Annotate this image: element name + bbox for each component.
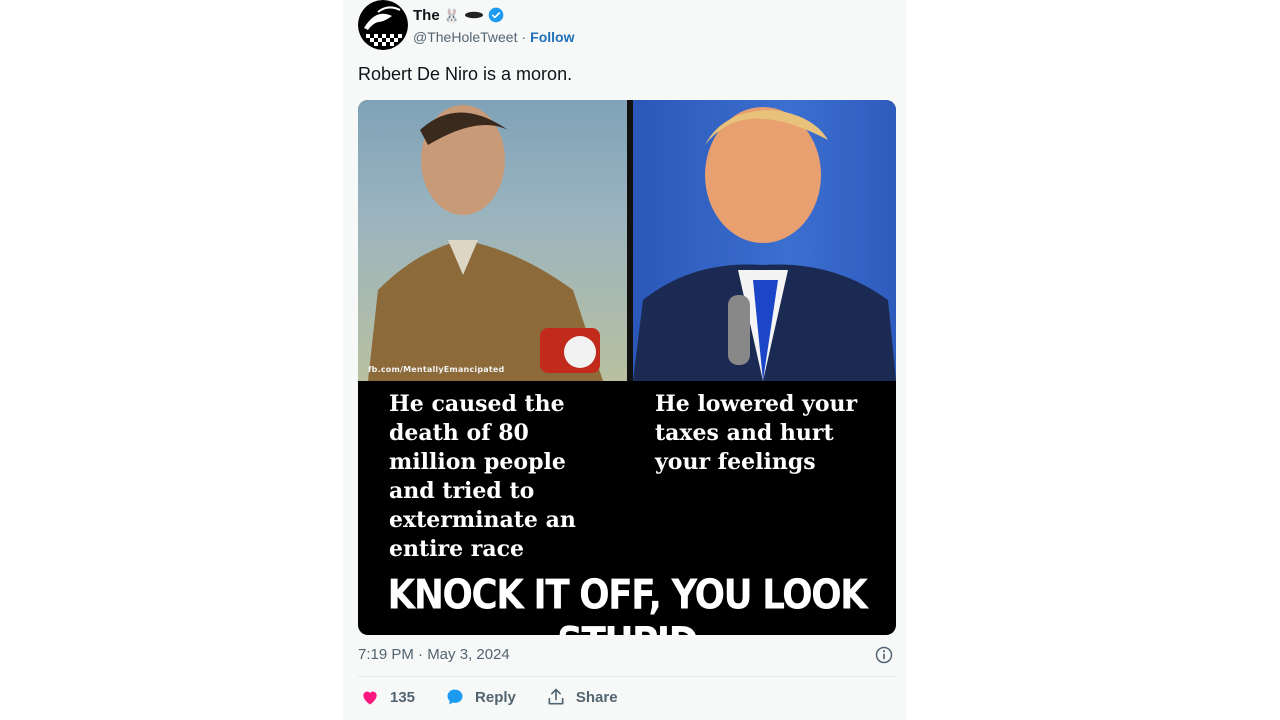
- right-caption: He lowered your taxes and hurt your feel…: [655, 391, 858, 475]
- like-button[interactable]: 135: [360, 687, 415, 707]
- right-photo-panel: [633, 100, 896, 381]
- tweet-timestamp[interactable]: 7:19 PM · May 3, 2024: [358, 646, 510, 663]
- heart-icon: [363, 691, 377, 705]
- verified-badge-icon: [488, 7, 504, 23]
- tweet-actions: 135 Reply Share: [360, 686, 648, 708]
- display-name-row[interactable]: The 🐰: [413, 5, 504, 25]
- reply-bubble-icon: [447, 689, 463, 705]
- user-handle[interactable]: @TheHoleTweet: [413, 29, 517, 45]
- image-banner-text: KNOCK IT OFF, YOU LOOK STUPID: [387, 571, 868, 635]
- share-label: Share: [575, 688, 618, 706]
- like-count: 135: [390, 688, 416, 706]
- handle-row: @TheHoleTweet · Follow: [413, 28, 574, 46]
- action-separator: [358, 676, 896, 677]
- left-caption: He caused the death of 80 million people…: [389, 391, 576, 562]
- rabbit-emoji-icon: 🐰: [443, 7, 460, 23]
- left-photo-panel: fb.com/MentallyEmancipated: [358, 100, 627, 381]
- share-icon: [548, 688, 564, 705]
- image-watermark: fb.com/MentallyEmancipated: [368, 365, 505, 374]
- tweet-media-image[interactable]: fb.com/MentallyEmancipated He caused the…: [358, 100, 896, 635]
- reply-button[interactable]: Reply: [445, 687, 516, 707]
- hole-emoji-icon: [464, 11, 483, 19]
- avatar[interactable]: [358, 0, 408, 50]
- reply-label: Reply: [475, 688, 516, 706]
- tweet-text: Robert De Niro is a moron.: [358, 64, 573, 84]
- handle-separator: ·: [521, 29, 527, 45]
- follow-link[interactable]: Follow: [530, 29, 574, 45]
- share-button[interactable]: Share: [546, 687, 618, 707]
- info-icon[interactable]: [874, 645, 894, 665]
- display-name[interactable]: The: [413, 7, 440, 24]
